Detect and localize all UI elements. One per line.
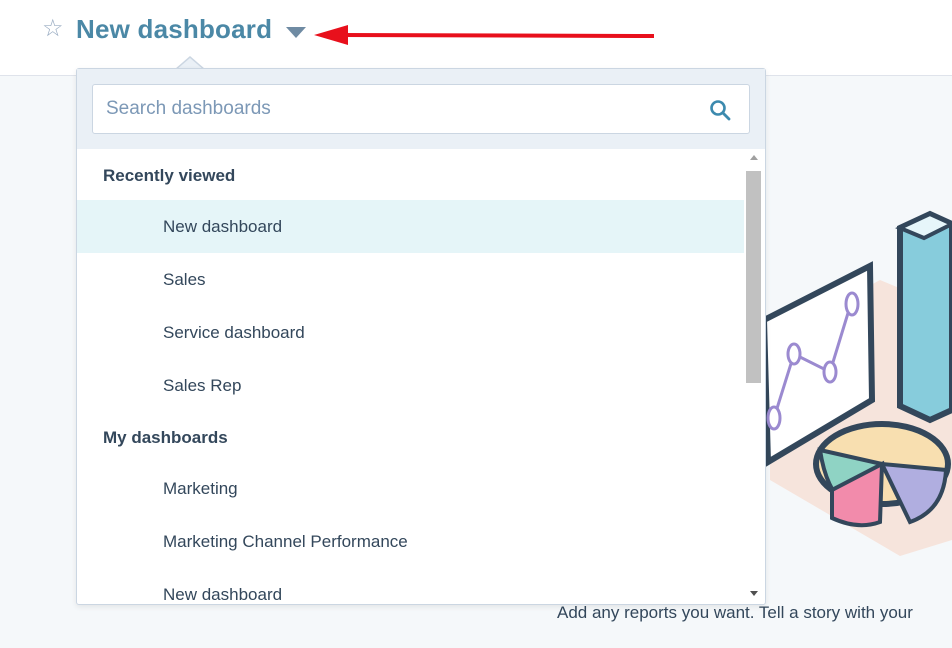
list-item[interactable]: Marketing — [77, 462, 744, 515]
search-area — [77, 69, 765, 149]
caret-down-icon[interactable] — [286, 27, 306, 38]
search-input[interactable] — [92, 84, 750, 134]
dashboard-illustration — [760, 210, 952, 556]
scrollbar-thumb[interactable] — [746, 171, 761, 383]
list-item[interactable]: New dashboard — [77, 200, 744, 253]
dashboard-switcher-dropdown: Recently viewed New dashboard Sales Serv… — [76, 68, 766, 605]
dashboard-list: Recently viewed New dashboard Sales Serv… — [77, 149, 744, 605]
empty-state-description: Add any reports you want. Tell a story w… — [557, 603, 913, 622]
scroll-down-arrow-icon[interactable] — [750, 591, 758, 596]
star-icon[interactable]: ☆ — [42, 17, 66, 41]
list-item[interactable]: New dashboard — [77, 568, 744, 605]
dashboard-title[interactable]: New dashboard — [76, 14, 272, 45]
list-item[interactable]: Marketing Channel Performance — [77, 515, 744, 568]
scroll-up-arrow-icon[interactable] — [750, 155, 758, 160]
list-item[interactable]: Sales — [77, 253, 744, 306]
dashboard-header: ☆ New dashboard — [0, 0, 952, 76]
annotation-arrow — [314, 25, 655, 45]
list-item[interactable]: Sales Rep — [77, 359, 744, 412]
section-heading-recently-viewed: Recently viewed — [103, 166, 236, 185]
search-icon[interactable] — [709, 99, 731, 121]
section-heading-my-dashboards: My dashboards — [103, 428, 228, 447]
dropdown-scrollbar[interactable] — [744, 149, 764, 604]
list-item[interactable]: Service dashboard — [77, 306, 744, 359]
